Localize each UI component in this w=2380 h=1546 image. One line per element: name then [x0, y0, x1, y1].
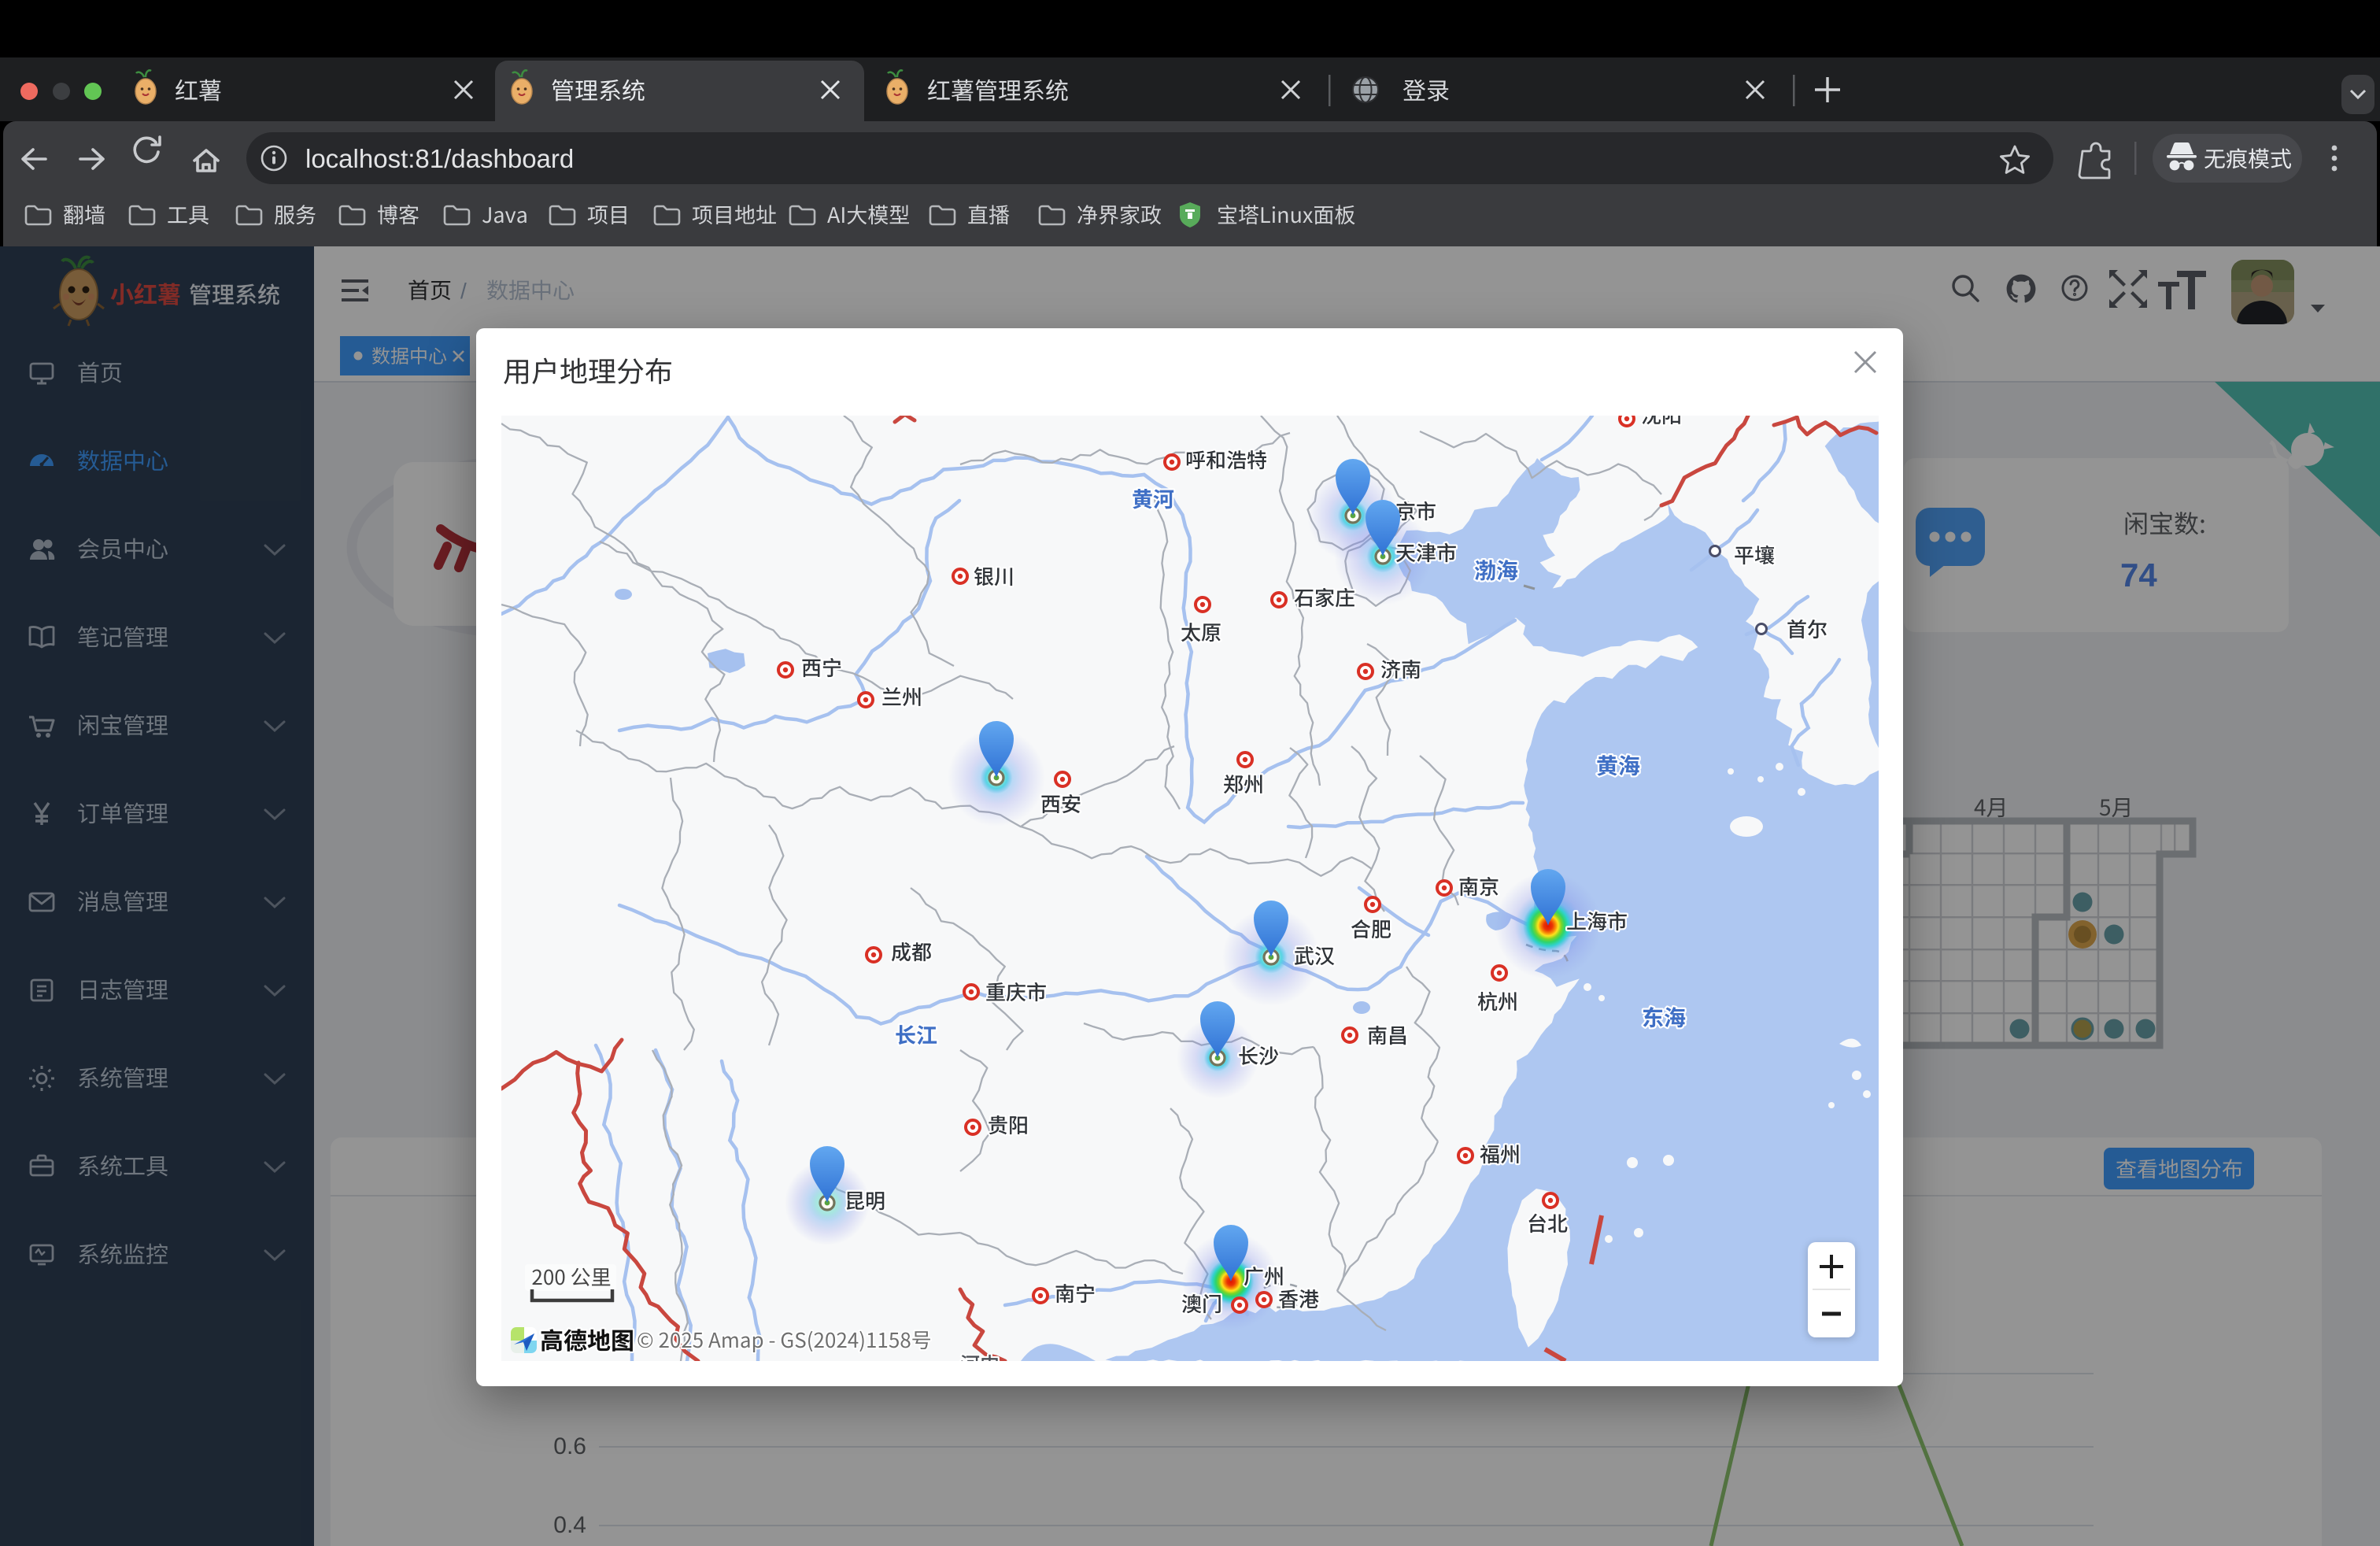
svg-text:localhost:81/dashboard: localhost:81/dashboard	[305, 144, 574, 173]
